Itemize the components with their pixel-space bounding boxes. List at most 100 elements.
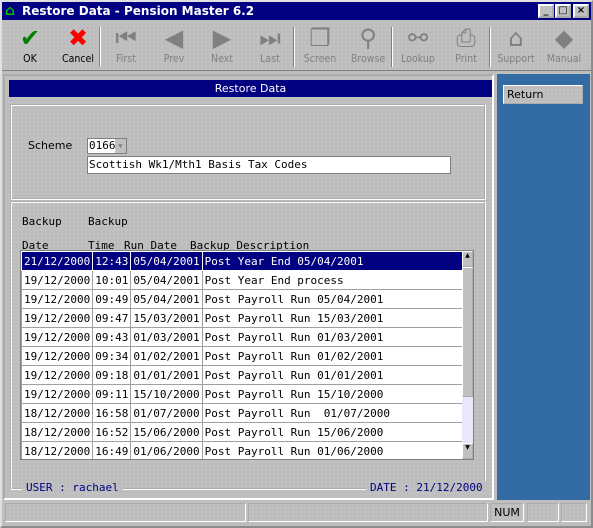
table-row[interactable]: 18/12/2000 16:52 15/06/2000 Post Payroll Ru… xyxy=(21,422,465,442)
table-cell: 09:11 xyxy=(92,384,132,404)
table-cell: 09:34 xyxy=(92,346,132,366)
scroll-up-button[interactable]: ▲ xyxy=(462,251,473,267)
table-cell: 15/10/2000 xyxy=(130,384,203,404)
table-cell: 05/04/2001 xyxy=(130,270,203,290)
table-cell: Post Year End 05/04/2001 xyxy=(201,251,465,271)
table-cell: 15/06/2000 xyxy=(130,422,203,442)
table-cell: 05/04/2001 xyxy=(130,289,203,309)
next-icon: ▶ xyxy=(212,24,232,52)
table-row[interactable]: 19/12/2000 09:43 01/03/2001 Post Payroll Ru… xyxy=(21,327,465,347)
table-cell: 09:43 xyxy=(92,327,132,347)
table-cell: Post Payroll Run 15/06/2000 xyxy=(201,422,465,442)
check-icon: ✔ xyxy=(19,24,41,52)
table-cell: Post Payroll Run 05/04/2001 xyxy=(201,289,465,309)
table-cell: 09:49 xyxy=(92,289,132,309)
table-cell: 01/07/2000 xyxy=(130,403,203,423)
table-cell: 01/03/2001 xyxy=(130,327,203,347)
table-cell: 19/12/2000 xyxy=(21,327,94,347)
table-cell: 21/12/2000 xyxy=(21,251,94,271)
prev-icon: ◀ xyxy=(164,24,184,52)
toolbar-label: Print xyxy=(455,53,477,65)
toolbar-separator xyxy=(391,27,393,67)
table-cell: Post Payroll Run 15/03/2001 xyxy=(201,308,465,328)
toolbar-prev-button[interactable]: ◀ Prev xyxy=(150,23,198,69)
table-cell: 10:01 xyxy=(92,270,132,290)
table-row[interactable]: 19/12/2000 09:34 01/02/2001 Post Payroll Ru… xyxy=(21,346,465,366)
toolbar-lookup-button[interactable]: ⚯ Lookup xyxy=(394,23,442,69)
table-row[interactable]: 21/12/2000 12:43 05/04/2001 Post Year End 0… xyxy=(21,251,465,271)
toolbar-ok-button[interactable]: ✔ OK xyxy=(6,23,54,69)
scroll-thumb[interactable] xyxy=(462,267,473,397)
scroll-down-button[interactable]: ▼ xyxy=(462,443,473,459)
backup-list[interactable]: 21/12/2000 12:43 05/04/2001 Post Year End 0… xyxy=(20,250,474,460)
status-pane-4 xyxy=(527,503,559,522)
status-pane-2 xyxy=(248,503,488,522)
toolbar-first-button[interactable]: ⏮ First xyxy=(102,23,150,69)
toolbar-browse-button[interactable]: ⚲ Browse xyxy=(344,23,392,69)
first-icon: ⏮ xyxy=(115,24,137,52)
toolbar-last-button[interactable]: ⏭ Last xyxy=(246,23,294,69)
book-icon: ◆ xyxy=(554,24,574,52)
scheme-group xyxy=(10,104,486,200)
table-cell: 12:43 xyxy=(92,251,132,271)
table-row[interactable]: 18/12/2000 16:58 01/07/2000 Post Payroll Ru… xyxy=(21,403,465,423)
toolbar-label: Support xyxy=(497,53,535,65)
x-icon: ✖ xyxy=(67,24,89,52)
toolbar-label: Screen xyxy=(303,53,337,65)
printer-icon: ⎙ xyxy=(456,24,476,52)
toolbar-screen-button[interactable]: ❐ Screen xyxy=(296,23,344,69)
table-row[interactable]: 19/12/2000 09:49 05/04/2001 Post Payroll Ru… xyxy=(21,289,465,309)
toolbar-support-button[interactable]: ⌂ Support xyxy=(492,23,540,69)
date-label: DATE : 21/12/2000 xyxy=(366,481,487,494)
binoculars-icon: ⚯ xyxy=(407,24,429,52)
toolbar-label: Prev xyxy=(163,53,185,65)
table-cell: Post Payroll Run 01/03/2001 xyxy=(201,327,465,347)
return-button[interactable]: Return xyxy=(503,85,583,104)
table-cell: 15/03/2001 xyxy=(130,308,203,328)
minimize-button[interactable]: _ xyxy=(538,4,554,18)
close-button[interactable]: × xyxy=(573,4,589,18)
toolbar-label: OK xyxy=(23,53,37,65)
chevron-down-icon[interactable]: ▼ xyxy=(115,139,126,153)
toolbar-next-button[interactable]: ▶ Next xyxy=(198,23,246,69)
table-cell: Post Year End process xyxy=(201,270,465,290)
table-cell: 19/12/2000 xyxy=(21,384,94,404)
last-icon: ⏭ xyxy=(259,24,281,52)
table-cell: 19/12/2000 xyxy=(21,270,94,290)
table-cell: 19/12/2000 xyxy=(21,289,94,309)
table-cell: Post Payroll Run 01/01/2001 xyxy=(201,365,465,385)
toolbar-manual-button[interactable]: ◆ Manual xyxy=(540,23,588,69)
toolbar-label: Browse xyxy=(350,53,386,65)
status-pane-5 xyxy=(561,503,587,522)
toolbar-print-button[interactable]: ⎙ Print xyxy=(442,23,490,69)
scrollbar[interactable]: ▲ ▼ xyxy=(462,251,473,459)
toolbar-cancel-button[interactable]: ✖ Cancel xyxy=(54,23,102,69)
table-cell: Post Payroll Run 01/06/2000 xyxy=(201,441,465,459)
num-lock-indicator: NUM xyxy=(490,503,524,522)
toolbar-label: Manual xyxy=(546,53,582,65)
toolbar-label: First xyxy=(116,53,136,65)
toolbar-label: Lookup xyxy=(401,53,435,65)
scheme-code-select[interactable]: 0166 ▼ xyxy=(87,138,127,154)
table-row[interactable]: 19/12/2000 09:47 15/03/2001 Post Payroll Ru… xyxy=(21,308,465,328)
table-cell: 05/04/2001 xyxy=(130,251,203,271)
scheme-label: Scheme xyxy=(28,139,73,152)
table-cell: 16:52 xyxy=(92,422,132,442)
side-panel: Return xyxy=(497,74,590,500)
table-row[interactable]: 18/12/2000 16:49 01/06/2000 Post Payroll Ru… xyxy=(21,441,465,459)
page-header: Restore Data xyxy=(9,80,492,97)
table-row[interactable]: 19/12/2000 09:18 01/01/2001 Post Payroll Ru… xyxy=(21,365,465,385)
toolbar-label: Next xyxy=(211,53,233,65)
maximize-button[interactable]: □ xyxy=(555,4,571,18)
user-label: USER : rachael xyxy=(22,481,123,494)
support-icon: ⌂ xyxy=(508,24,524,52)
table-cell: 16:58 xyxy=(92,403,132,423)
table-cell: 01/02/2001 xyxy=(130,346,203,366)
table-cell: 01/06/2000 xyxy=(130,441,203,459)
table-cell: 19/12/2000 xyxy=(21,308,94,328)
table-row[interactable]: 19/12/2000 09:11 15/10/2000 Post Payroll Ru… xyxy=(21,384,465,404)
table-row[interactable]: 19/12/2000 10:01 05/04/2001 Post Year End p… xyxy=(21,270,465,290)
table-cell: 09:47 xyxy=(92,308,132,328)
table-cell: 09:18 xyxy=(92,365,132,385)
toolbar-label: Cancel xyxy=(61,53,94,65)
